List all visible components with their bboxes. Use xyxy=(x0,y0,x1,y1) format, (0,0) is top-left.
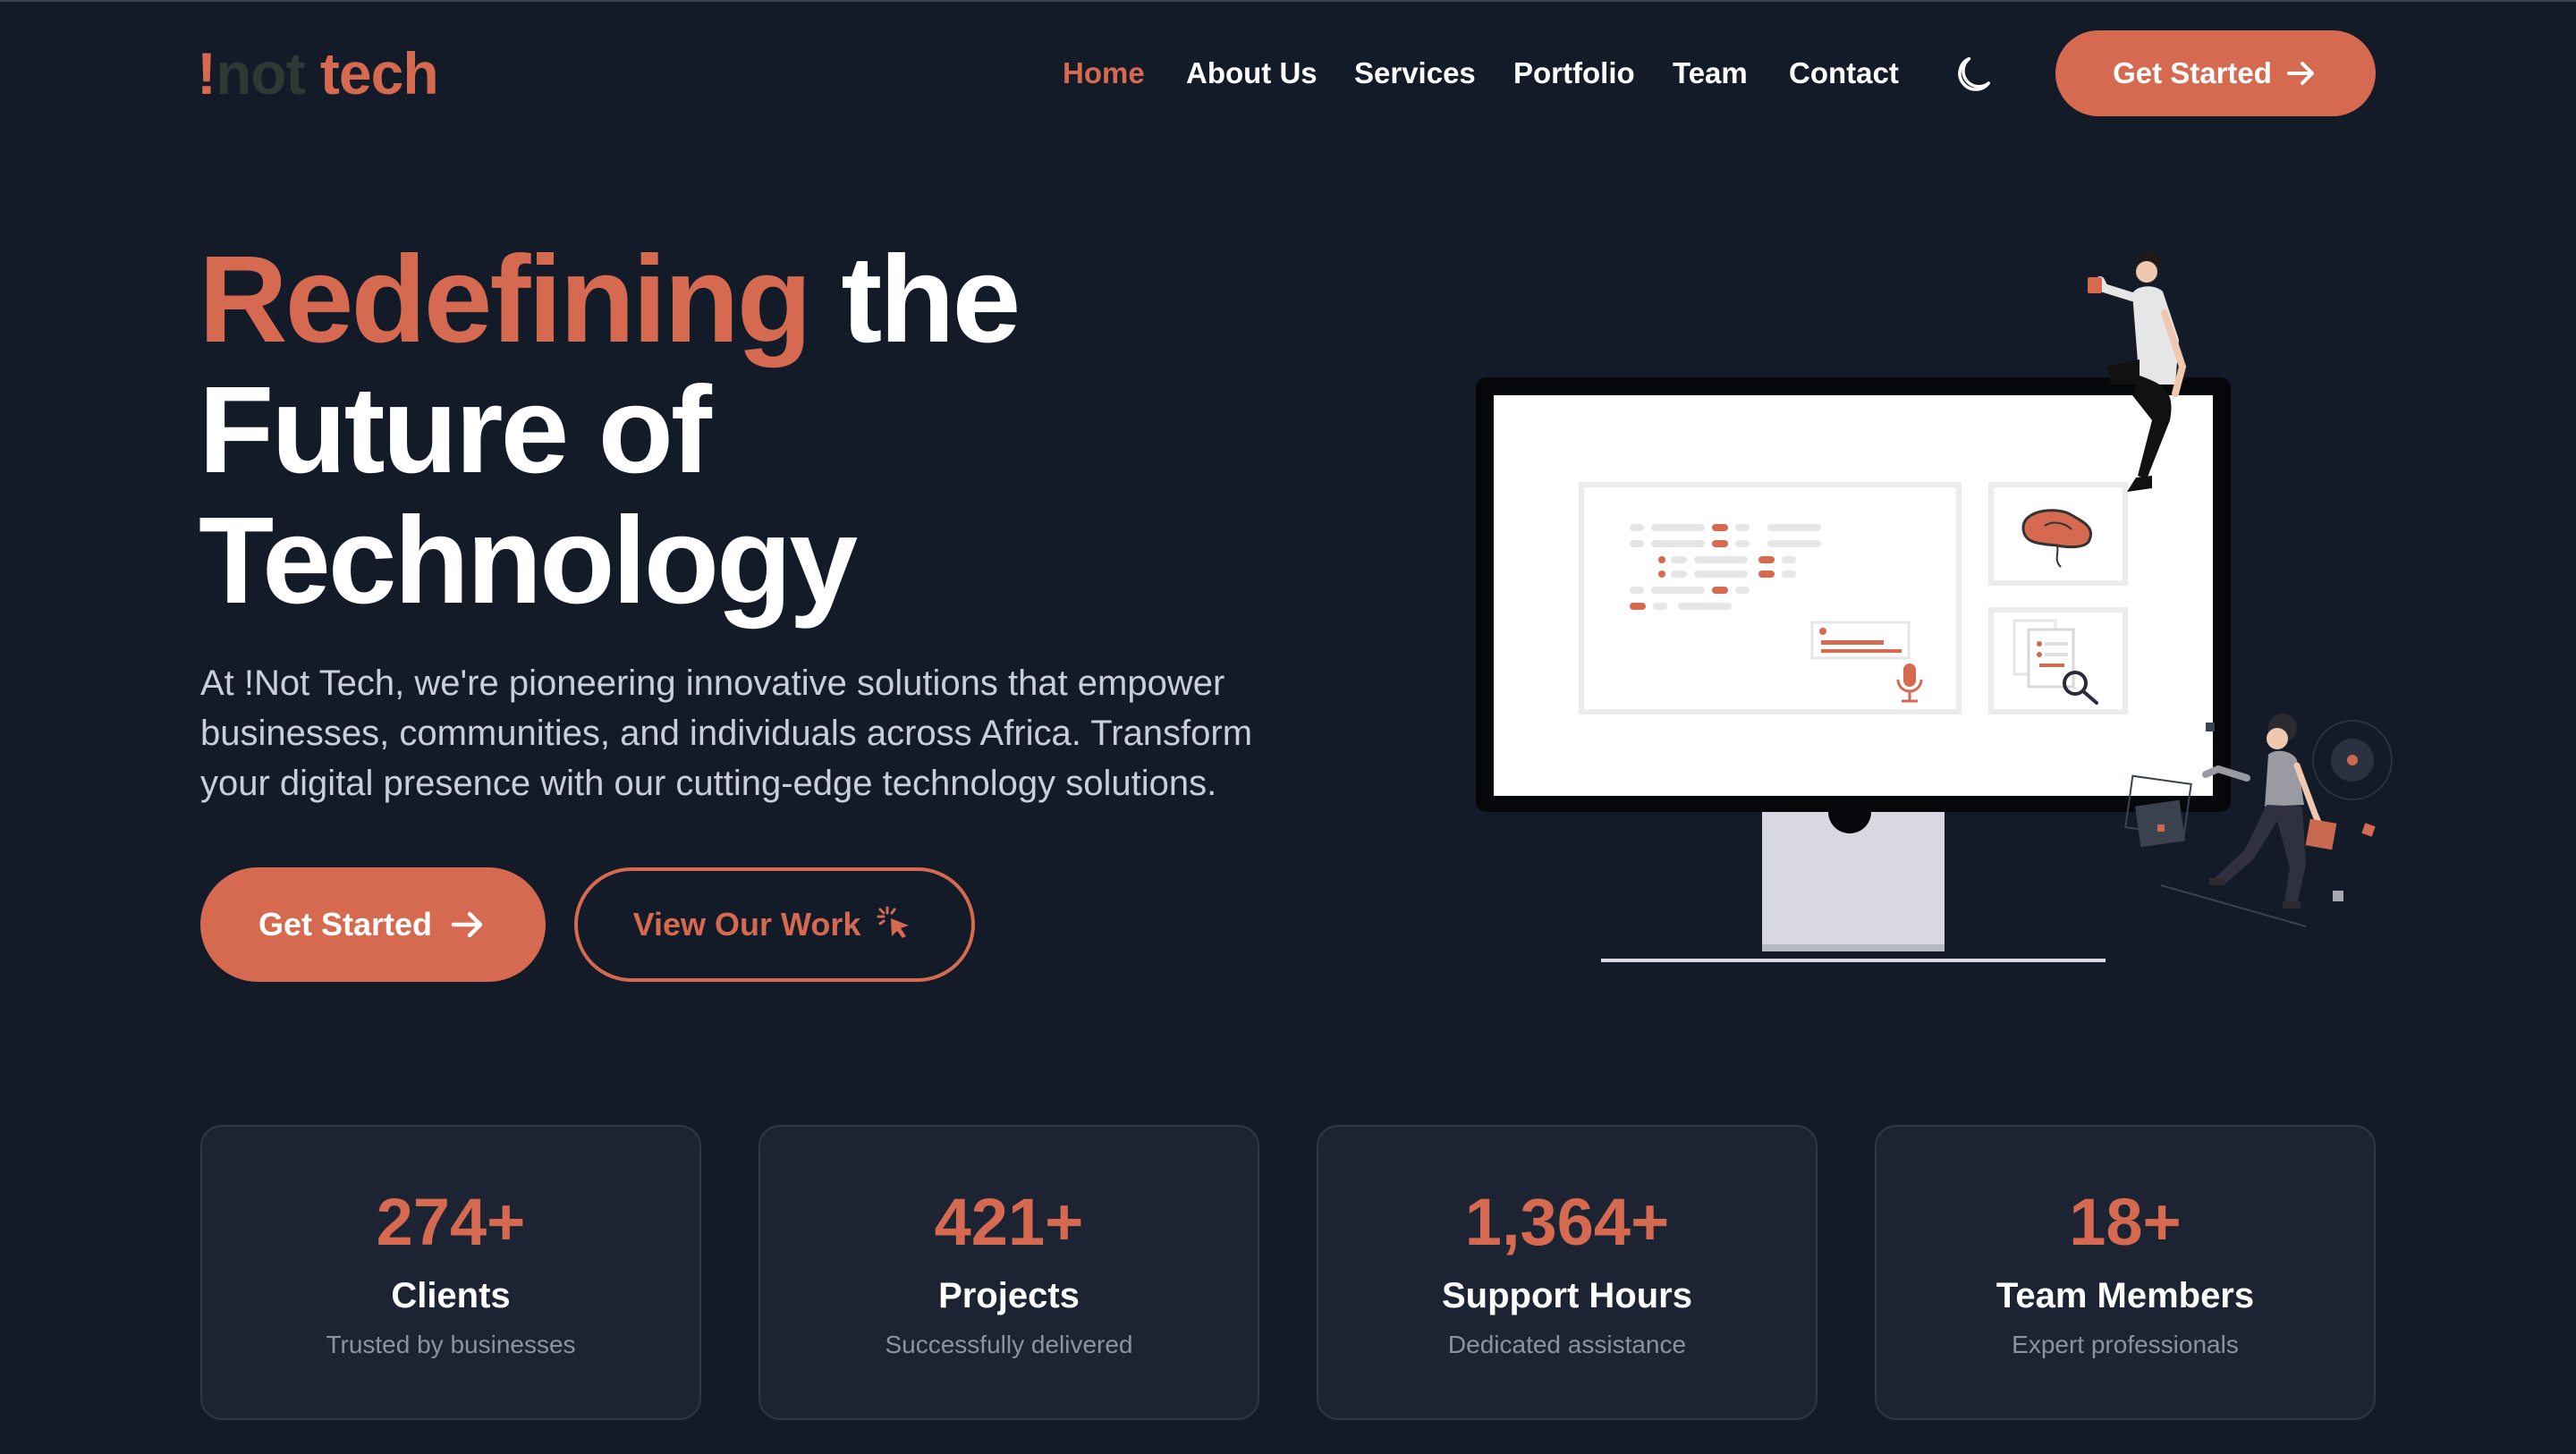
hero-get-started-label: Get Started xyxy=(258,906,433,943)
monitor-screen xyxy=(1494,395,2213,796)
stat-card-projects: 421+ Projects Successfully delivered xyxy=(758,1125,1259,1420)
nav-home[interactable]: Home xyxy=(1063,54,1145,93)
logo-not: not xyxy=(215,40,306,106)
site-header: !not tech Home About Us Services Portfol… xyxy=(0,0,2576,147)
nav-portfolio[interactable]: Portfolio xyxy=(1513,54,1635,93)
hero-title-line-3: Technology xyxy=(199,492,858,630)
stat-label: Projects xyxy=(938,1276,1080,1315)
hero-title-the: the xyxy=(809,231,1021,368)
theme-toggle-button[interactable] xyxy=(1950,46,2004,100)
logo-bang: ! xyxy=(197,40,216,106)
header-get-started-button[interactable]: Get Started xyxy=(2055,30,2376,116)
moon-icon xyxy=(1958,56,1991,91)
arrow-right-icon xyxy=(451,911,483,938)
nav-team[interactable]: Team xyxy=(1673,54,1748,93)
stat-value: 18+ xyxy=(2069,1185,2182,1259)
view-our-work-label: View Our Work xyxy=(632,906,861,943)
stat-card-team-members: 18+ Team Members Expert professionals xyxy=(1875,1125,2376,1420)
nav-contact[interactable]: Contact xyxy=(1789,54,1899,93)
stat-subtitle: Dedicated assistance xyxy=(1447,1331,1687,1358)
arrow-right-icon xyxy=(2286,62,2314,85)
stat-value: 274+ xyxy=(376,1185,526,1259)
hero-description: At !Not Tech, we're pioneering innovativ… xyxy=(200,664,1253,803)
logo-tech: tech xyxy=(304,40,439,106)
view-our-work-button[interactable]: View Our Work xyxy=(574,867,975,982)
stat-card-clients: 274+ Clients Trusted by businesses xyxy=(200,1125,701,1420)
stat-subtitle: Trusted by businesses xyxy=(326,1331,576,1358)
stat-label: Support Hours xyxy=(1442,1276,1692,1315)
stat-card-support-hours: 1,364+ Support Hours Dedicated assistanc… xyxy=(1317,1125,1818,1420)
stat-label: Clients xyxy=(391,1276,511,1315)
hero-get-started-button[interactable]: Get Started xyxy=(200,867,546,982)
stat-subtitle: Expert professionals xyxy=(2012,1331,2239,1358)
nav-about-us[interactable]: About Us xyxy=(1186,54,1318,93)
hero-title-line-2: Future of xyxy=(199,361,712,499)
pointer-click-icon xyxy=(877,906,910,938)
stat-label: Team Members xyxy=(1996,1276,2255,1315)
stat-value: 1,364+ xyxy=(1464,1185,1670,1259)
nav-services[interactable]: Services xyxy=(1354,54,1476,93)
hero-title: Redefining the Future of Technology xyxy=(199,234,1361,626)
hero-illustration xyxy=(1476,250,2393,962)
stat-value: 421+ xyxy=(934,1185,1084,1259)
header-get-started-label: Get Started xyxy=(2113,56,2272,89)
stat-subtitle: Successfully delivered xyxy=(885,1331,1133,1358)
hero-title-accent: Redefining xyxy=(199,231,812,368)
brand-logo[interactable]: !not tech xyxy=(197,36,439,111)
